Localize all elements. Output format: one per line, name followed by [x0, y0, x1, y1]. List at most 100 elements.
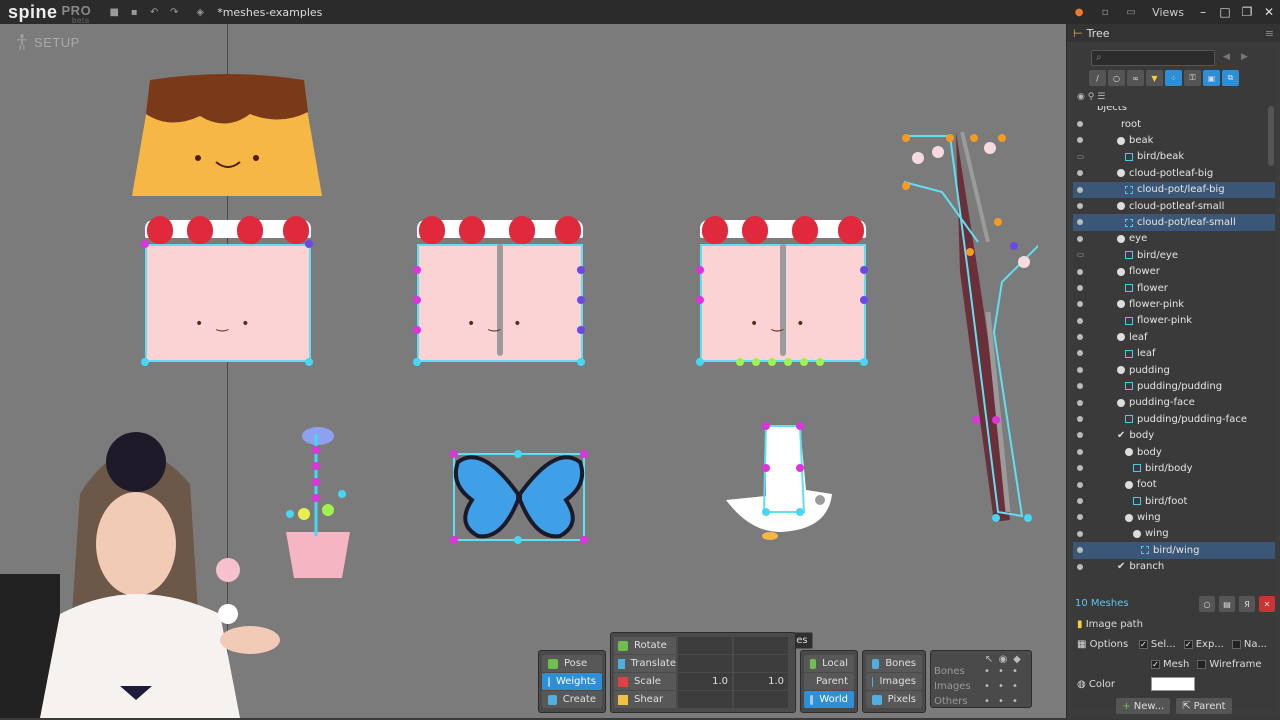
visibility-eye-icon[interactable] — [1077, 284, 1083, 291]
tree-node[interactable]: flower — [1073, 280, 1275, 296]
bell-icon[interactable]: ● — [1070, 3, 1088, 21]
cake-mesh-2[interactable]: • ‿ • — [413, 216, 585, 366]
menu-icon[interactable]: ≡ — [1265, 27, 1274, 40]
parent-tree-button[interactable]: ⇱ Parent — [1176, 698, 1232, 714]
tree-node[interactable]: flower — [1073, 264, 1275, 280]
restore-icon[interactable]: ❐ — [1236, 5, 1258, 19]
tree-node[interactable]: eye — [1073, 231, 1275, 247]
bone[interactable] — [497, 244, 503, 356]
tree-node[interactable]: leaf — [1073, 345, 1275, 361]
visibility-eye-icon[interactable] — [1077, 121, 1083, 127]
tree-scrollbar[interactable] — [1268, 106, 1274, 166]
minimize-icon[interactable]: – — [1192, 5, 1214, 19]
tree-node[interactable]: root — [1073, 116, 1275, 132]
visibility-eye-icon[interactable] — [1077, 547, 1083, 554]
monitor-icon[interactable]: ▭ — [1122, 3, 1140, 21]
visibility-bones-row[interactable]: Bones • • • — [934, 664, 1028, 679]
pixels-button[interactable]: Pixels — [866, 691, 922, 708]
visibility-eye-icon[interactable] — [1077, 334, 1083, 341]
tree-node[interactable]: ✔ body — [1073, 427, 1275, 443]
copy-filter-icon[interactable]: ⧉ — [1222, 70, 1239, 86]
bird-mesh[interactable] — [720, 420, 840, 542]
name-checkbox[interactable]: Na... — [1231, 639, 1267, 650]
tree-node[interactable]: bird/eye — [1073, 247, 1275, 263]
visibility-eye-icon[interactable] — [1077, 399, 1083, 406]
rename-icon[interactable]: Я — [1239, 596, 1255, 612]
select-checkbox[interactable]: ✓ Sel... — [1138, 639, 1176, 650]
delete-icon[interactable]: ✕ — [1259, 596, 1275, 612]
weight-vertex[interactable] — [800, 358, 808, 366]
mesh-vertex[interactable] — [141, 358, 149, 366]
mesh-filter-icon[interactable]: ⁘ — [1165, 70, 1182, 86]
tree-node[interactable]: flower-pink — [1073, 296, 1275, 312]
tree-node[interactable]: cloud-pot/leaf-big — [1073, 181, 1275, 198]
arrow-right-icon[interactable]: ▶ — [1241, 52, 1248, 62]
translate-y-value[interactable] — [734, 655, 788, 672]
wireframe-checkbox[interactable]: Wireframe — [1197, 659, 1261, 670]
weight-vertex[interactable] — [752, 358, 760, 366]
tree-node[interactable]: wing — [1073, 526, 1275, 542]
save-icon[interactable]: ◈ — [191, 3, 209, 21]
new-button[interactable]: + New... — [1116, 698, 1171, 714]
folder-icon[interactable]: ▤ — [1219, 596, 1235, 612]
tree-node[interactable]: leaf — [1073, 329, 1275, 345]
visibility-eye-icon[interactable] — [1077, 154, 1084, 159]
constraint-filter-icon[interactable]: ▼ — [1146, 70, 1163, 86]
mesh-vertex[interactable] — [141, 240, 149, 248]
views-menu[interactable]: Views — [1152, 6, 1184, 19]
tree-node[interactable]: flower-pink — [1073, 313, 1275, 329]
bone[interactable] — [780, 244, 786, 356]
visibility-eye-icon[interactable] — [1077, 465, 1083, 472]
mesh-vertex[interactable] — [305, 240, 313, 248]
weights-button[interactable]: Weights — [542, 673, 602, 690]
mesh-vertex[interactable] — [860, 358, 868, 366]
visibility-eye-icon[interactable] — [1077, 563, 1083, 570]
shear-x-value[interactable] — [678, 691, 732, 708]
mesh-vertex[interactable] — [413, 266, 421, 274]
translate-row[interactable]: Translate — [614, 655, 792, 672]
create-button[interactable]: Create — [542, 691, 602, 708]
undo-icon[interactable]: ↶ — [145, 3, 163, 21]
branch-mesh[interactable] — [898, 132, 1038, 524]
tree-node[interactable]: cloud-potleaf-big — [1073, 165, 1275, 181]
mesh-vertex[interactable] — [413, 296, 421, 304]
slot-filter-icon[interactable]: ○ — [1108, 70, 1125, 86]
mesh-vertex[interactable] — [696, 266, 704, 274]
close-icon[interactable]: ✕ — [1258, 5, 1280, 19]
shear-y-value[interactable] — [734, 691, 788, 708]
visibility-eye-icon[interactable] — [1077, 219, 1083, 226]
visibility-eye-icon[interactable] — [1077, 268, 1083, 275]
pudding-image[interactable] — [130, 74, 326, 198]
tree-search-input[interactable]: ⌕ — [1091, 50, 1215, 66]
visibility-eye-icon[interactable] — [1077, 301, 1083, 308]
arrow-left-icon[interactable]: ◀ — [1223, 52, 1230, 62]
visibility-eye-icon[interactable] — [1077, 416, 1083, 423]
tree-node[interactable]: body — [1073, 444, 1275, 460]
images-button[interactable]: Images — [866, 673, 922, 690]
mesh-vertex[interactable] — [577, 358, 585, 366]
disk-icon[interactable]: ■ — [105, 3, 123, 21]
visibility-eye-icon[interactable] — [1077, 253, 1084, 258]
mesh-vertex[interactable] — [860, 296, 868, 304]
tree-node[interactable]: bird/wing — [1073, 542, 1275, 559]
bone-filter-icon[interactable]: / — [1089, 70, 1106, 86]
shear-row[interactable]: Shear — [614, 691, 792, 708]
visibility-eye-icon[interactable] — [1077, 350, 1083, 357]
tree-node[interactable]: bird/foot — [1073, 493, 1275, 509]
visibility-eye-icon[interactable] — [1077, 448, 1083, 455]
visibility-eye-icon[interactable] — [1077, 317, 1083, 324]
image-path-row[interactable]: ▮ Image path — [1073, 614, 1275, 634]
visibility-images-row[interactable]: Images • • • — [934, 679, 1028, 694]
pose-button[interactable]: Pose — [542, 655, 602, 672]
tree-node[interactable]: foot — [1073, 477, 1275, 493]
tree-node[interactable]: pudding — [1073, 362, 1275, 378]
rotate-value[interactable] — [678, 637, 732, 654]
visibility-eye-icon[interactable] — [1077, 481, 1083, 488]
tree-node[interactable]: cloud-pot/leaf-small — [1073, 214, 1275, 231]
grid-icon[interactable]: ▫ — [1096, 3, 1114, 21]
tree-node[interactable]: pudding/pudding-face — [1073, 411, 1275, 427]
tree-node[interactable]: cloud-potleaf-small — [1073, 198, 1275, 214]
scale-y-value[interactable]: 1.0 — [734, 673, 788, 690]
mesh-vertex[interactable] — [860, 266, 868, 274]
mesh-vertex[interactable] — [413, 326, 421, 334]
